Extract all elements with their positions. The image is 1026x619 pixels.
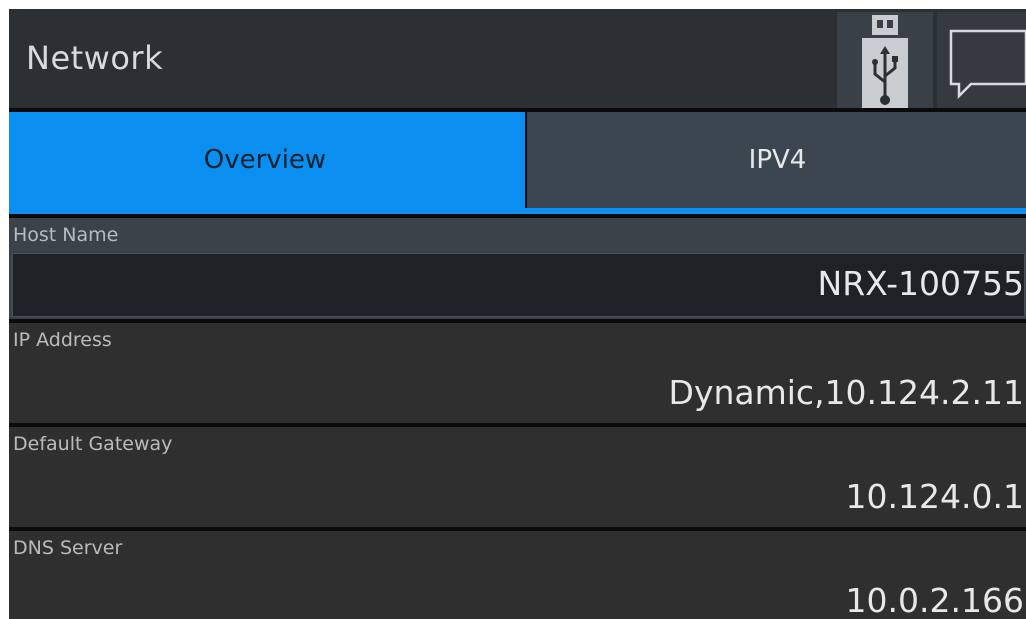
host-name-value: NRX-100755 [817, 264, 1024, 303]
header-bar: Network [9, 9, 1026, 108]
dns-server-label: DNS Server [13, 537, 123, 559]
dns-server-field: DNS Server 10.0.2.166 [9, 531, 1026, 619]
speech-bubble-icon [949, 29, 1026, 100]
page-title: Network [26, 39, 164, 77]
usb-button[interactable] [837, 12, 933, 108]
host-name-field[interactable]: Host Name NRX-100755 [9, 218, 1026, 319]
tab-bar: Overview IPV4 [9, 112, 1026, 214]
usb-drive-icon [862, 15, 908, 108]
default-gateway-value: 10.124.0.1 [845, 477, 1024, 516]
message-button[interactable] [937, 12, 1026, 108]
ip-address-value: Dynamic,10.124.2.11 [668, 373, 1024, 412]
dns-server-value: 10.0.2.166 [845, 581, 1024, 619]
tab-overview[interactable]: Overview [9, 112, 521, 208]
ip-address-label: IP Address [13, 329, 112, 351]
tab-ipv4[interactable]: IPV4 [525, 112, 1026, 208]
ip-address-field: IP Address Dynamic,10.124.2.11 [9, 323, 1026, 423]
default-gateway-field: Default Gateway 10.124.0.1 [9, 427, 1026, 527]
network-screen: Network Overview IPV4 Host Name NRX-1007… [9, 9, 1026, 619]
default-gateway-label: Default Gateway [13, 433, 173, 455]
host-name-label: Host Name [13, 224, 119, 246]
